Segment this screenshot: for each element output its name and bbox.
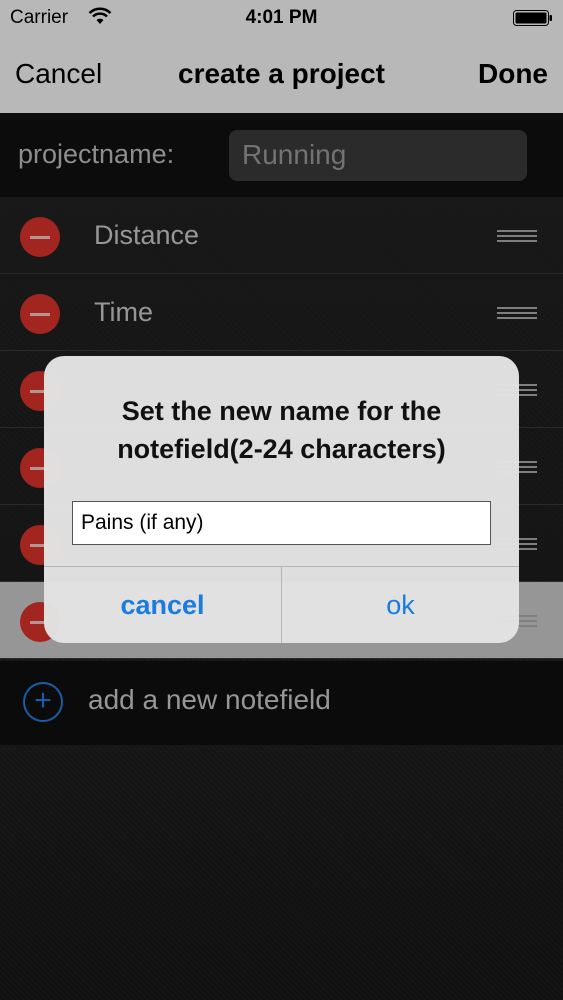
alert-button-bar: cancel ok <box>44 566 519 643</box>
done-button[interactable]: Done <box>478 58 548 90</box>
alert-ok-button[interactable]: ok <box>282 567 519 643</box>
battery-icon <box>513 10 552 26</box>
status-bar: Carrier 4:01 PM <box>0 0 563 36</box>
alert-cancel-button[interactable]: cancel <box>44 567 282 643</box>
alert-message: Set the new name for the notefield(2-24 … <box>117 396 446 464</box>
rename-alert-dialog: Set the new name for the notefield(2-24 … <box>44 356 519 643</box>
status-time: 4:01 PM <box>245 7 318 28</box>
notefield-name-input[interactable]: Pains (if any) <box>72 501 491 545</box>
navigation-bar: Cancel create a project Done <box>0 36 563 113</box>
